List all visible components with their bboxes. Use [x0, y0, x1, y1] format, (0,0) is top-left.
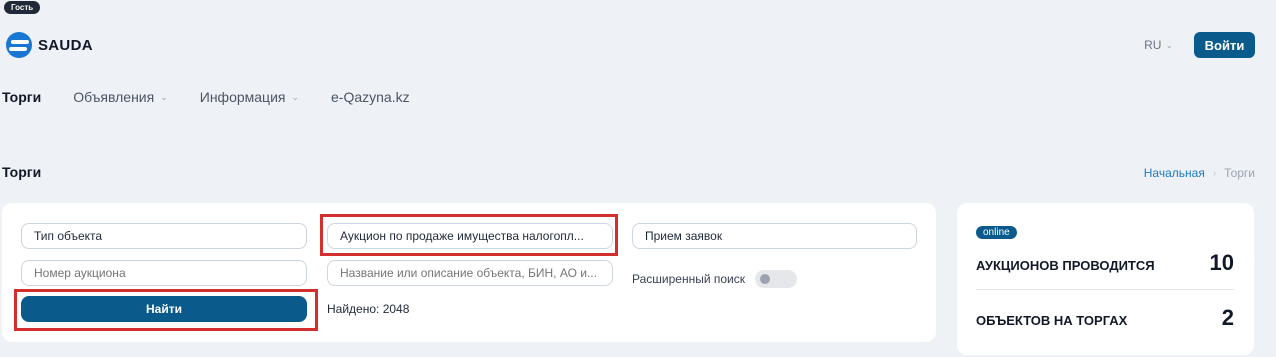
nav-item-e-qazyna[interactable]: e-Qazyna.kz [331, 89, 410, 105]
sauda-logo-icon [6, 32, 32, 58]
objects-count-value: 2 [1221, 305, 1234, 330]
chevron-down-icon: ⌄ [291, 91, 300, 102]
results-count: Найдено: 2048 [327, 302, 410, 316]
breadcrumb-current: Торги [1224, 166, 1255, 180]
nav-item-label: Торги [2, 89, 42, 105]
advanced-search-toggle[interactable] [755, 270, 797, 288]
stats-panel: online АУКЦИОНОВ ПРОВОДИТСЯ 10 ОБЪЕКТОВ … [957, 203, 1254, 355]
breadcrumb-home-link[interactable]: Начальная [1144, 166, 1205, 180]
find-button[interactable]: Найти [21, 296, 307, 322]
filter-panel: Тип объекта Аукцион по продаже имущества… [2, 203, 936, 342]
search-input[interactable] [327, 260, 613, 286]
login-button[interactable]: Войти [1194, 32, 1255, 58]
auctions-count-label: АУКЦИОНОВ ПРОВОДИТСЯ [976, 258, 1155, 273]
nav-item-label: Объявления [73, 89, 155, 105]
page-title: Торги [2, 164, 42, 180]
logo-text: SAUDA [38, 36, 93, 54]
breadcrumb: Начальная › Торги [1144, 166, 1255, 180]
chevron-down-icon: ⌄ [1165, 39, 1173, 50]
auction-type-select[interactable]: Аукцион по продаже имущества налогопл... [327, 223, 613, 249]
object-type-select[interactable]: Тип объекта [21, 223, 307, 249]
chevron-down-icon: ⌄ [160, 91, 168, 102]
auctions-count-value: 10 [1209, 250, 1234, 275]
nav-item-label: Информация [199, 89, 286, 105]
status-select[interactable]: Прием заявок [632, 223, 917, 249]
online-badge: online [976, 226, 1017, 239]
chevron-right-icon: › [1212, 167, 1217, 179]
nav-item-announcements[interactable]: Объявления ⌄ [73, 89, 168, 105]
language-selector[interactable]: RU ⌄ [1144, 38, 1173, 52]
divider [976, 289, 1234, 290]
nav-item-auctions[interactable]: Торги [2, 89, 41, 105]
objects-count-label: ОБЪЕКТОВ НА ТОРГАХ [976, 313, 1128, 328]
nav-item-label: e-Qazyna.kz [331, 89, 410, 105]
auction-number-input[interactable] [21, 260, 307, 286]
guest-badge: Гость [4, 1, 41, 14]
logo[interactable]: SAUDA [6, 32, 93, 58]
language-label: RU [1144, 38, 1162, 52]
main-nav: Торги Объявления ⌄ Информация ⌄ e-Qazyna… [2, 89, 442, 105]
advanced-search: Расширенный поиск [632, 270, 797, 288]
nav-item-information[interactable]: Информация ⌄ [200, 89, 299, 105]
advanced-search-label: Расширенный поиск [632, 272, 745, 286]
